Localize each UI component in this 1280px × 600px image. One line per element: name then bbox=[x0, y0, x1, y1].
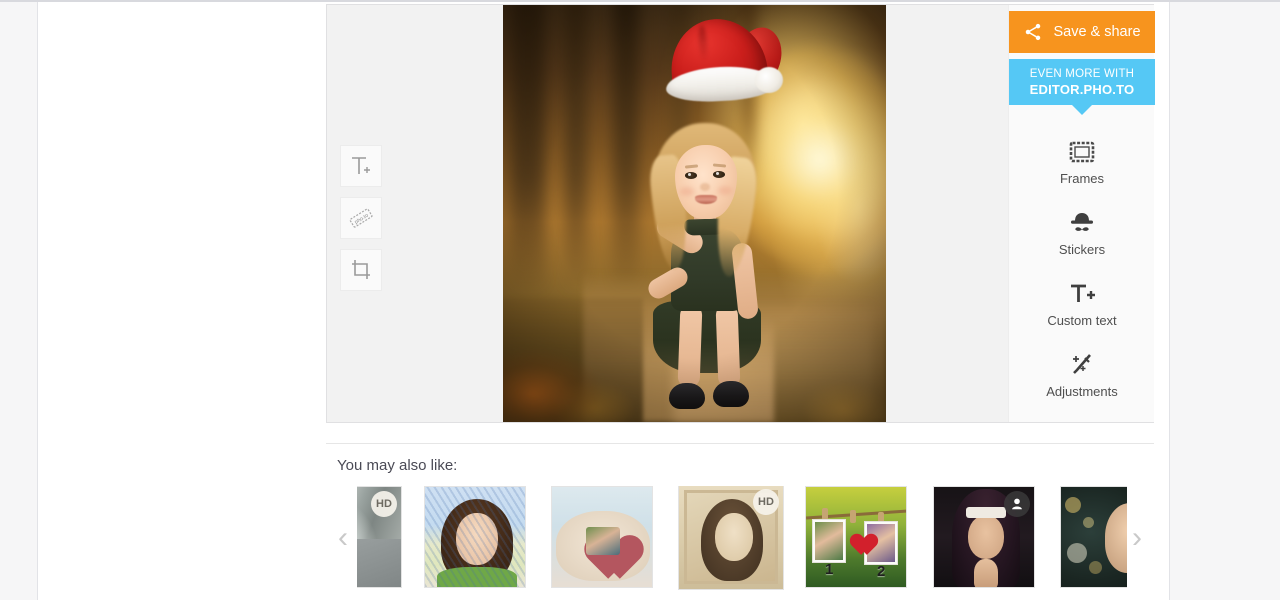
carousel-thumbnails: HD HD 1 2 bbox=[357, 486, 1127, 594]
photo-vignette bbox=[503, 5, 886, 422]
clothesline-card-1-number: 1 bbox=[825, 561, 834, 578]
carousel-next-arrow[interactable]: › bbox=[1126, 512, 1148, 564]
person-icon bbox=[1012, 498, 1022, 510]
page-top-rule bbox=[0, 0, 1280, 2]
carousel-prev-arrow[interactable]: ‹ bbox=[332, 512, 354, 564]
thumbnail-bokeh-lights[interactable] bbox=[1060, 486, 1127, 588]
promo-line-1: EVEN MORE WITH bbox=[1029, 68, 1135, 80]
promo-pointer-triangle bbox=[1072, 105, 1092, 115]
save-and-share-label: Save & share bbox=[1053, 24, 1141, 40]
person-badge bbox=[1004, 491, 1030, 517]
editor-sidebar: Save & share EVEN MORE WITH EDITOR.PHO.T… bbox=[1008, 5, 1155, 422]
add-text-tool-button[interactable] bbox=[340, 145, 382, 187]
sidebar-item-frames[interactable]: Frames bbox=[1009, 125, 1155, 196]
you-may-also-like-title: You may also like: bbox=[337, 457, 458, 474]
thumbnail-clothesline[interactable]: 1 2 bbox=[805, 486, 907, 588]
hat-mustache-icon bbox=[1071, 213, 1093, 231]
promo-line-2: EDITOR.PHO.TO bbox=[1029, 82, 1135, 97]
thumbnail-heart-mittens[interactable] bbox=[551, 486, 653, 588]
sidebar-item-adjustments[interactable]: Adjustments bbox=[1009, 338, 1155, 409]
edited-photo bbox=[503, 5, 886, 422]
sidebar-item-custom-text[interactable]: Custom text bbox=[1009, 267, 1155, 338]
page-root: pho.to Save & share EVEN MORE WITH EDITO… bbox=[0, 0, 1280, 600]
sidebar-item-stickers[interactable]: Stickers bbox=[1009, 196, 1155, 267]
crop-icon bbox=[352, 260, 370, 279]
suggestions-carousel: ‹ › HD HD 1 2 bbox=[326, 486, 1154, 594]
hd-badge: HD bbox=[753, 489, 779, 515]
hd-badge: HD bbox=[371, 491, 397, 517]
sidebar-item-adjustments-label: Adjustments bbox=[1046, 384, 1118, 399]
photo-label-icon: pho.to bbox=[349, 208, 373, 228]
canvas-right-padding bbox=[886, 5, 1008, 422]
share-icon bbox=[1026, 23, 1041, 41]
thumbnail-pencil-sketch[interactable] bbox=[424, 486, 526, 588]
sidebar-item-custom-text-label: Custom text bbox=[1047, 313, 1117, 328]
section-divider bbox=[326, 443, 1154, 444]
thumbnail-nun-portrait[interactable] bbox=[933, 486, 1035, 588]
svg-text:pho.to: pho.to bbox=[354, 213, 370, 226]
sidebar-item-stickers-label: Stickers bbox=[1058, 242, 1106, 257]
photo-canvas[interactable] bbox=[503, 5, 886, 422]
watermark-tool-button[interactable]: pho.to bbox=[340, 197, 382, 239]
right-gutter bbox=[1169, 2, 1280, 600]
promo-banner[interactable]: EVEN MORE WITH EDITOR.PHO.TO bbox=[1009, 59, 1155, 115]
left-gutter bbox=[0, 2, 38, 600]
text-plus-icon bbox=[1071, 284, 1095, 302]
magic-wand-icon bbox=[1073, 354, 1091, 374]
frame-icon bbox=[1069, 141, 1095, 163]
left-tool-rail: pho.to bbox=[340, 145, 382, 301]
sidebar-tool-list: Frames Stickers Custom text Adjustments bbox=[1009, 125, 1155, 409]
thumbnail-street-blur[interactable]: HD bbox=[357, 486, 402, 588]
photo-editor-panel: pho.to Save & share EVEN MORE WITH EDITO… bbox=[326, 4, 1155, 423]
crop-tool-button[interactable] bbox=[340, 249, 382, 291]
sidebar-item-frames-label: Frames bbox=[1059, 171, 1105, 186]
thumbnail-vintage-sepia[interactable]: HD bbox=[678, 486, 784, 590]
save-and-share-button[interactable]: Save & share bbox=[1009, 11, 1155, 53]
clothesline-card-2-number: 2 bbox=[877, 563, 886, 580]
text-plus-icon bbox=[352, 157, 370, 174]
